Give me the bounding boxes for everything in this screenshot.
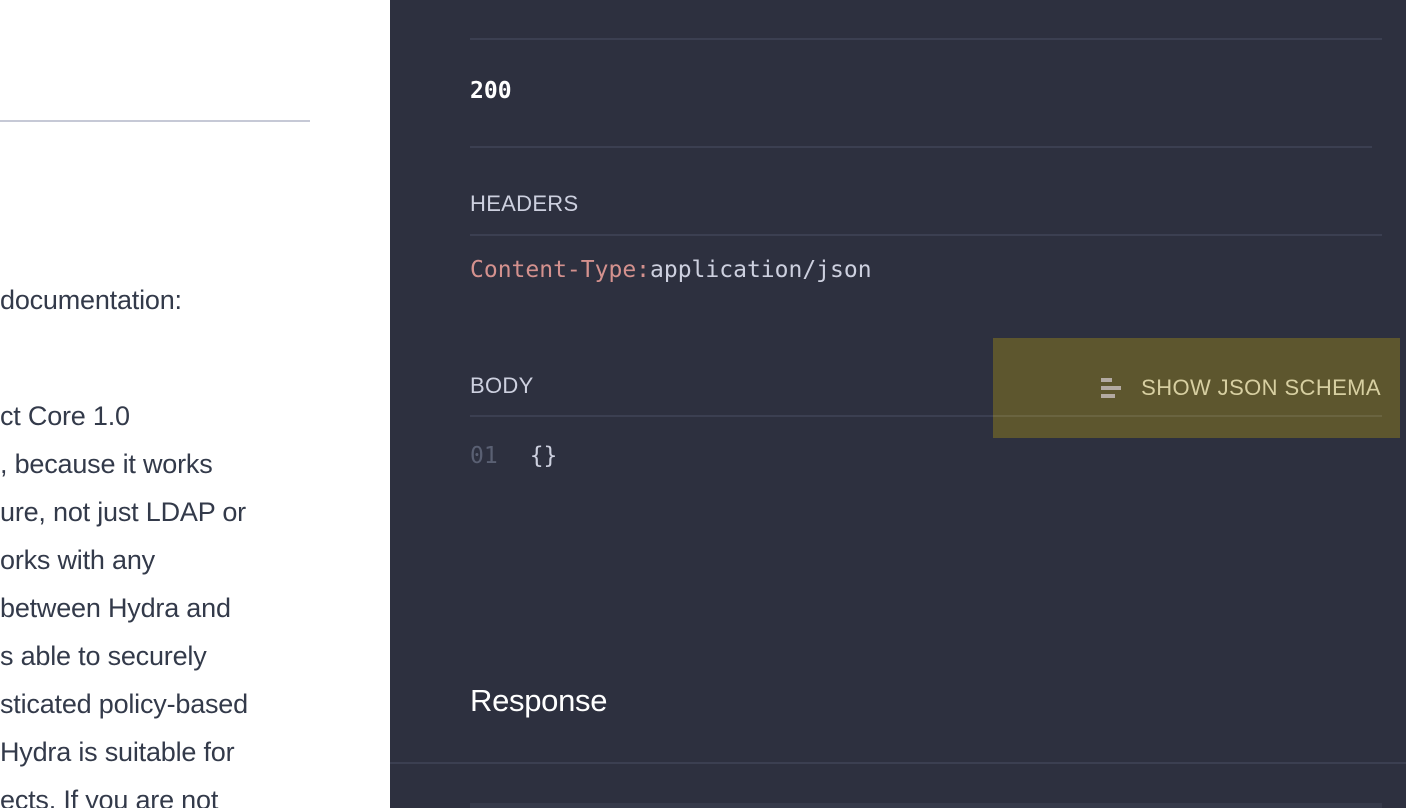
divider — [470, 38, 1382, 40]
divider — [993, 415, 1382, 417]
doc-text-line: ure, not just LDAP or — [0, 497, 246, 527]
doc-text-line: Hydra is suitable for — [0, 737, 235, 767]
divider — [470, 146, 1372, 148]
code-text: {} — [529, 443, 558, 469]
doc-text-line: sticated policy-based — [0, 689, 248, 719]
doc-text-line: documentation: — [0, 285, 182, 315]
body-label: BODY — [470, 373, 534, 398]
section-divider — [0, 120, 310, 122]
documentation-pane: documentation: ct Core 1.0 , because it … — [0, 0, 390, 808]
response-heading: Response — [470, 683, 608, 718]
doc-text-line: between Hydra and — [0, 593, 231, 623]
code-sample-panel: 200 HEADERS Content-Type:application/jso… — [390, 0, 1406, 808]
header-value: application/json — [650, 257, 872, 283]
schema-lines-icon — [1101, 378, 1123, 398]
code-line: 01 {} — [470, 443, 557, 469]
show-json-schema-label: SHOW JSON SCHEMA — [1141, 375, 1381, 400]
header-key: Content-Type: — [470, 257, 651, 283]
doc-text-line: ct Core 1.0 — [0, 401, 130, 431]
headers-label: HEADERS — [470, 191, 579, 216]
doc-text-line: s able to securely — [0, 641, 207, 671]
show-json-schema-button[interactable]: SHOW JSON SCHEMA — [993, 338, 1400, 438]
response-block — [470, 803, 1382, 808]
divider — [390, 762, 1406, 764]
header-row: Content-Type:application/json — [470, 257, 872, 283]
doc-text-line: ects. If you are not — [0, 785, 219, 808]
status-code: 200 — [470, 78, 512, 104]
line-number: 01 — [470, 443, 498, 469]
divider — [470, 415, 993, 417]
doc-text-line: orks with any — [0, 545, 155, 575]
divider — [470, 234, 1382, 236]
doc-text-line: , because it works — [0, 449, 213, 479]
